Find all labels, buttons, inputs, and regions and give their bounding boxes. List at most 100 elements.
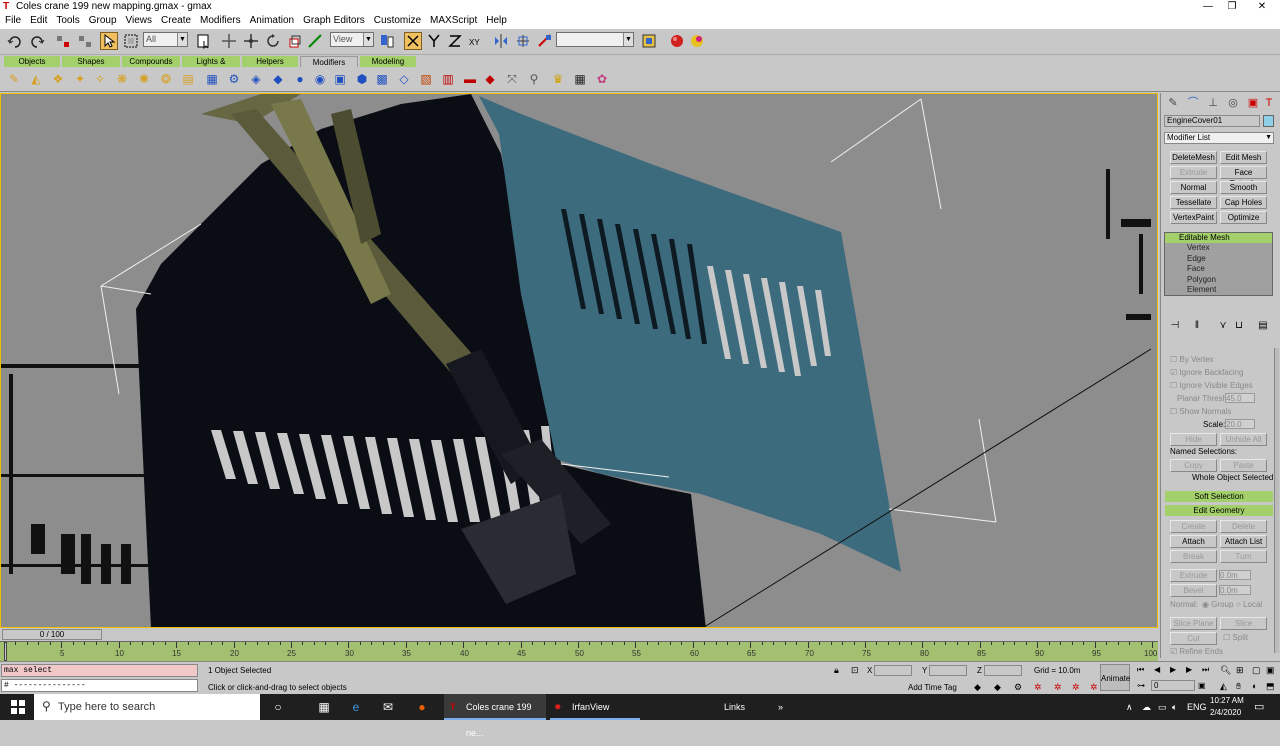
render-icon[interactable] <box>688 32 706 50</box>
vertexpaint-button[interactable]: VertexPaint <box>1170 211 1217 224</box>
modifier-list-dropdown[interactable]: Modifier List ▼ <box>1164 132 1274 144</box>
track-bar[interactable]: 5 10 15 20 25 30 35 40 45 50 55 60 65 70… <box>0 641 1158 661</box>
zoom-icon[interactable]: 🔍︎ <box>1220 665 1231 676</box>
menu-views[interactable]: Views <box>121 14 157 26</box>
store-icon[interactable]: ▦ <box>316 694 332 720</box>
select-and-move-icon[interactable] <box>242 32 260 50</box>
tessellate-button[interactable]: Tessellate <box>1170 196 1217 209</box>
current-frame-field[interactable]: 0 <box>1151 680 1195 691</box>
tab-helpers[interactable]: Helpers <box>242 56 298 67</box>
menu-tools[interactable]: Tools <box>51 14 83 26</box>
stack-item-editable-mesh[interactable]: Editable Mesh <box>1165 233 1272 243</box>
display-panel-icon[interactable]: ▣ <box>1245 95 1261 111</box>
rotate-icon[interactable] <box>264 32 282 50</box>
hierarchy-panel-icon[interactable]: ⊥ <box>1205 95 1221 111</box>
material-modifier-icon[interactable]: ◆ <box>270 71 286 87</box>
linked-xform-icon[interactable]: ⚲ <box>526 71 542 87</box>
clock-date[interactable]: 2/4/2020 <box>1210 700 1241 726</box>
create-button[interactable]: Create <box>1170 520 1217 533</box>
delete-mesh-icon[interactable]: ◆ <box>482 71 498 87</box>
spherify-modifier-icon[interactable]: ✺ <box>136 71 152 87</box>
redo-icon[interactable] <box>28 32 46 50</box>
lattice-modifier-icon[interactable]: ❂ <box>158 71 174 87</box>
paste-button[interactable]: Paste <box>1220 459 1267 472</box>
key-mode-toggle-icon[interactable]: ⊶ <box>1137 681 1145 690</box>
taskbar-search-box[interactable]: ⚲ Type here to search <box>34 694 260 720</box>
firefox-icon[interactable]: ● <box>414 694 430 720</box>
unwrap-uvw-icon[interactable]: ◈ <box>248 71 264 87</box>
align-icon[interactable] <box>514 32 532 50</box>
maxscript-listener-output[interactable]: # --------------- <box>1 679 198 692</box>
taper-modifier-icon[interactable]: ◭ <box>28 71 44 87</box>
menu-help[interactable]: Help <box>481 14 511 26</box>
cut-button[interactable]: Cut <box>1170 632 1217 645</box>
local-radio[interactable]: ○ Local <box>1236 600 1262 609</box>
links-chevron-icon[interactable]: » <box>778 694 783 720</box>
network-icon[interactable]: ▭ <box>1158 694 1167 720</box>
go-to-end-icon[interactable]: ⏭ <box>1202 665 1209 675</box>
bend-modifier-icon[interactable]: ✎ <box>6 71 22 87</box>
arc-rotate-icon[interactable]: ◐ <box>1252 681 1257 691</box>
key-filter-icon[interactable]: ⚙ <box>1014 682 1022 693</box>
menu-graph-editors[interactable]: Graph Editors <box>298 14 369 26</box>
select-by-name-icon[interactable] <box>195 32 213 50</box>
axis-constraint-xy-icon[interactable]: XY <box>467 32 485 50</box>
close-button[interactable]: ✕ <box>1244 0 1280 14</box>
uvw-xform-icon[interactable]: ⚙ <box>226 71 242 87</box>
delete-button[interactable]: Delete <box>1220 520 1267 533</box>
axis-constraint-y-icon[interactable] <box>425 32 443 50</box>
smooth-modifier-icon[interactable]: ● <box>292 71 308 87</box>
stack-sub-edge[interactable]: Edge <box>1165 254 1272 265</box>
attach-button[interactable]: Attach <box>1170 535 1217 548</box>
snap-toggle-icon[interactable] <box>640 32 658 50</box>
material-editor-icon[interactable] <box>668 32 686 50</box>
play-icon[interactable]: ▶ <box>1170 665 1176 674</box>
noise-modifier-icon[interactable]: ✦ <box>72 71 88 87</box>
scale-icon[interactable] <box>286 32 304 50</box>
mail-icon[interactable]: ✉ <box>380 694 396 720</box>
coord-system-dropdown[interactable]: View ▼ <box>330 32 374 47</box>
mesh-select-icon[interactable]: ◉ <box>312 71 328 87</box>
move-icon[interactable] <box>220 32 238 50</box>
tab-compounds[interactable]: Compounds <box>122 56 180 67</box>
zoom-all-icon[interactable]: ⊞ <box>1236 665 1244 676</box>
slice-plane-button[interactable]: Slice Plane <box>1170 617 1217 630</box>
remove-modifier-icon[interactable]: ⊔ <box>1231 318 1247 334</box>
unhide-all-button[interactable]: Unhide All <box>1220 433 1267 446</box>
configure-modifier-sets-icon[interactable]: ▤ <box>1255 318 1271 334</box>
select-manipulate-icon[interactable] <box>306 32 324 50</box>
animate-button[interactable]: Animate <box>1100 664 1130 691</box>
tab-lights-cameras[interactable]: Lights & Cameras <box>182 56 240 77</box>
task-view-icon[interactable]: ○ <box>270 694 286 720</box>
group-radio[interactable]: ◉ Group <box>1202 600 1233 609</box>
named-selection-dropdown[interactable]: ▼ <box>556 32 634 47</box>
snap-3d-icon[interactable]: ✲ <box>1034 682 1042 693</box>
notification-icon[interactable]: ▭ <box>1254 694 1264 720</box>
displace-icon[interactable]: ▧ <box>418 71 434 87</box>
stack-sub-face[interactable]: Face <box>1165 264 1272 275</box>
object-name-field[interactable]: EngineCover01 <box>1164 115 1260 127</box>
ignore-backfacing-checkbox[interactable]: ☑ Ignore Backfacing <box>1170 368 1243 377</box>
object-color-swatch[interactable] <box>1263 115 1274 127</box>
create-panel-icon[interactable]: ✎ <box>1165 95 1181 111</box>
menu-modifiers[interactable]: Modifiers <box>195 14 245 26</box>
modify-panel-icon[interactable]: ⌒ <box>1185 95 1201 111</box>
stack-sub-polygon[interactable]: Polygon <box>1165 275 1272 286</box>
edge-icon[interactable]: e <box>348 694 364 720</box>
scale-spinner[interactable]: 20.0 <box>1225 419 1255 429</box>
utilities-panel-icon[interactable]: T <box>1261 95 1277 111</box>
spinner-snap-icon[interactable]: ✲ <box>1090 682 1098 693</box>
axis-constraint-z-icon[interactable] <box>446 32 464 50</box>
zoom-extents-all-icon[interactable]: ▣ <box>1266 665 1275 676</box>
tab-objects[interactable]: Objects <box>4 56 60 67</box>
bevel-spinner[interactable]: 0.0m <box>1219 585 1251 595</box>
pin-stack-icon[interactable]: ⊣ <box>1167 318 1183 334</box>
edit-patch-icon[interactable]: ⬢ <box>354 71 370 87</box>
attach-list-button[interactable]: Attach List <box>1220 535 1267 548</box>
menu-maxscript[interactable]: MAXScript <box>425 14 481 26</box>
ffd-modifier-icon[interactable]: ❋ <box>114 71 130 87</box>
absolute-mode-icon[interactable]: ⊡ <box>851 665 859 676</box>
skew-modifier-icon[interactable]: ▤ <box>180 71 196 87</box>
refine-ends-checkbox[interactable]: ☑ Refine Ends <box>1170 647 1223 656</box>
tessellate-icon[interactable]: ▩ <box>374 71 390 87</box>
